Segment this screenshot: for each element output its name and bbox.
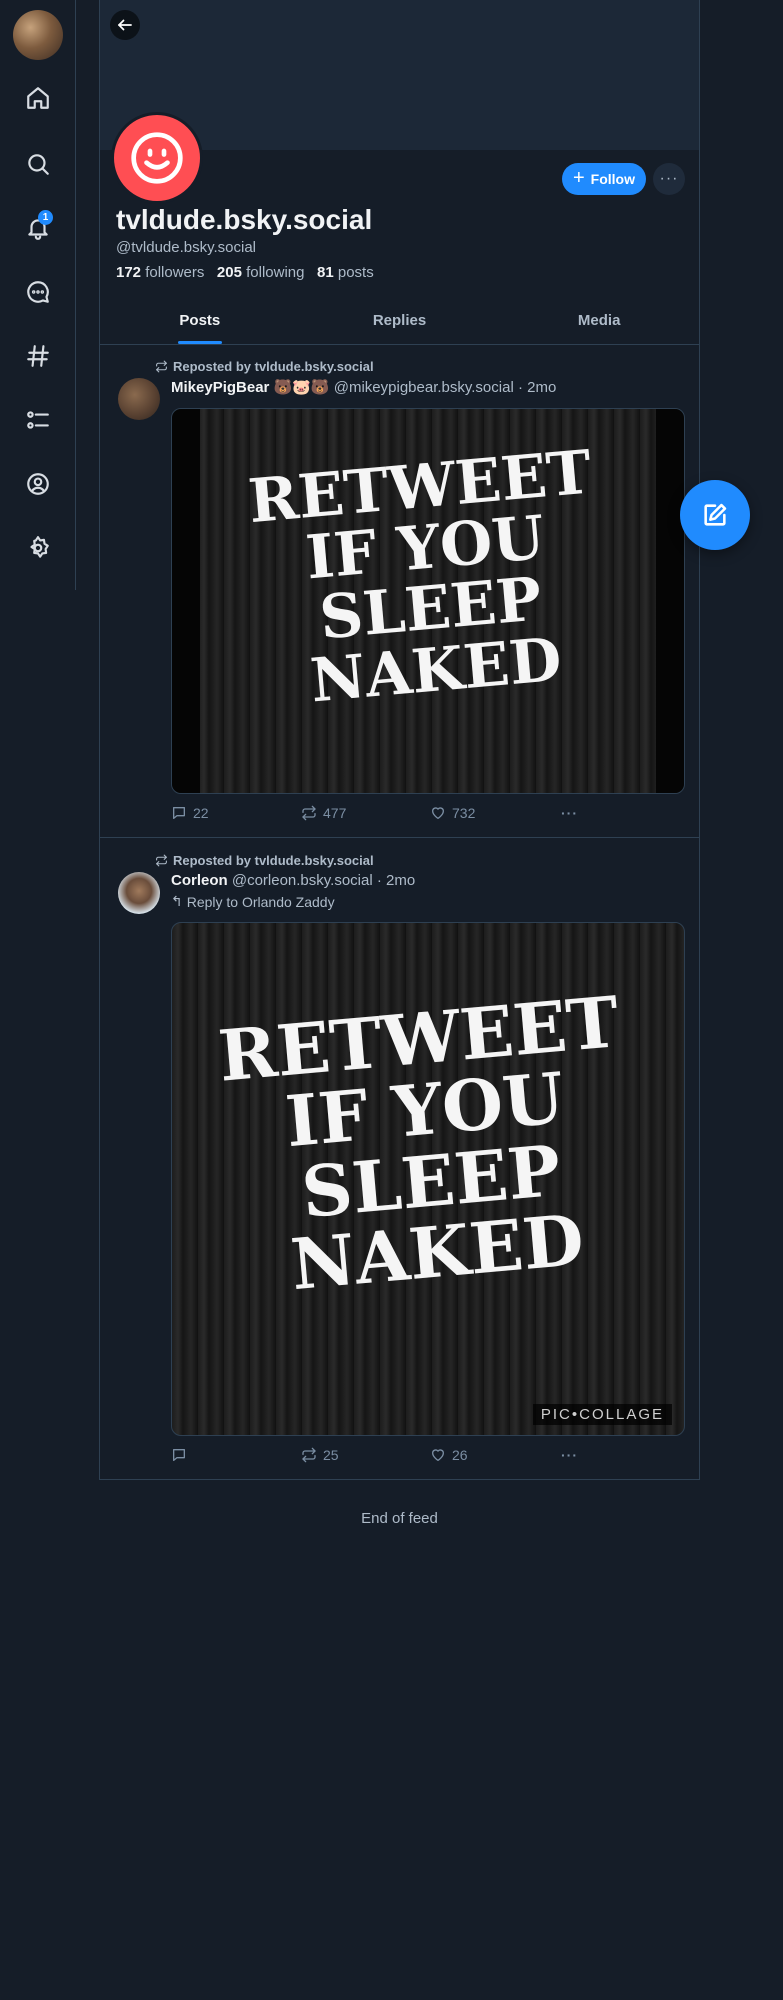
repost-icon (302, 805, 316, 821)
ellipsis-icon: ··· (659, 170, 679, 187)
post-more-button[interactable]: ··· (561, 1447, 578, 1463)
post-author-handle[interactable]: @corleon.bsky.social (232, 872, 373, 889)
feed-post[interactable]: Reposted by tvldude.bsky.social MikeyPig… (100, 345, 699, 838)
notifications-icon[interactable]: 1 (18, 208, 58, 248)
repost-icon (156, 854, 167, 867)
profile-avatar[interactable] (111, 112, 203, 204)
heart-icon (432, 807, 444, 819)
profile-stats: 172 followers 205 following 81 posts (116, 264, 374, 281)
repost-icon (156, 360, 167, 373)
post-time[interactable]: 2mo (527, 379, 556, 396)
post-author-avatar[interactable] (118, 378, 160, 420)
reply-button[interactable]: 22 (171, 805, 209, 821)
main-column: + Follow ··· tvldude.bsky.social @tvldud… (99, 0, 700, 1527)
profile-display-name: tvldude.bsky.social (116, 204, 373, 235)
left-nav: 1 (0, 0, 76, 590)
reply-icon (173, 1449, 185, 1461)
notification-badge: 1 (38, 210, 53, 225)
tab-replies[interactable]: Replies (300, 300, 500, 344)
post-author-handle[interactable]: @mikeypigbear.bsky.social (334, 379, 514, 396)
plus-icon: + (572, 167, 585, 189)
repost-icon (302, 1447, 316, 1463)
post-actions: 25 26 ··· (171, 1447, 685, 1467)
back-button[interactable] (110, 10, 140, 40)
profile-handle: @tvldude.bsky.social (116, 239, 257, 256)
pic-collage-watermark: PIC•COLLAGE (532, 1404, 672, 1425)
reply-arrow-icon: ↰ (171, 893, 183, 909)
smiley-icon (131, 132, 183, 184)
post-header: MikeyPigBear 🐻🐷🐻 @mikeypigbear.bsky.soci… (171, 379, 557, 396)
repost-indicator[interactable]: Reposted by tvldude.bsky.social (155, 359, 374, 374)
repost-button[interactable]: 477 (301, 805, 346, 821)
feed-post[interactable]: Reposted by tvldude.bsky.social Corleon … (100, 838, 699, 1480)
image-caption-text: RETWEET IF YOU SLEEP NAKED (245, 437, 595, 717)
reply-icon (173, 807, 185, 819)
repost-indicator[interactable]: Reposted by tvldude.bsky.social (155, 853, 374, 868)
image-caption-text: RETWEET IF YOU SLEEP NAKED (215, 980, 623, 1307)
reply-button[interactable] (171, 1447, 193, 1463)
home-icon[interactable] (18, 78, 58, 118)
compose-pencil-icon (704, 503, 727, 526)
tab-media[interactable]: Media (499, 300, 699, 344)
lists-icon[interactable] (18, 400, 58, 440)
reply-to-indicator[interactable]: ↰ Reply to Orlando Zaddy (171, 893, 335, 910)
arrow-left-icon (118, 19, 132, 31)
settings-icon[interactable] (18, 528, 58, 568)
post-author-name[interactable]: Corleon (171, 872, 228, 889)
more-options-button[interactable]: ··· (653, 163, 685, 195)
heart-icon (432, 1449, 444, 1461)
feeds-hash-icon[interactable] (18, 336, 58, 376)
search-icon[interactable] (18, 144, 58, 184)
post-actions: 22 477 732 ··· (171, 805, 685, 825)
ellipsis-icon: ··· (561, 805, 578, 821)
ellipsis-icon: ··· (561, 1447, 578, 1463)
following-link[interactable]: 205 following (217, 264, 305, 281)
follow-button[interactable]: + Follow (562, 163, 646, 195)
like-button[interactable]: 26 (430, 1447, 468, 1463)
compose-button[interactable] (680, 480, 750, 550)
post-author-name[interactable]: MikeyPigBear 🐻🐷🐻 (171, 379, 330, 396)
post-image[interactable]: RETWEET IF YOU SLEEP NAKED PIC•COLLAGE (171, 922, 685, 1436)
user-avatar[interactable] (13, 10, 63, 60)
profile-icon[interactable] (18, 464, 58, 504)
post-more-button[interactable]: ··· (561, 805, 578, 821)
end-of-feed: End of feed (361, 1510, 438, 1527)
profile-tabs: Posts Replies Media (100, 300, 699, 345)
post-time[interactable]: 2mo (386, 872, 415, 889)
repost-button[interactable]: 25 (301, 1447, 339, 1463)
post-image[interactable]: RETWEET IF YOU SLEEP NAKED (171, 408, 685, 794)
like-button[interactable]: 732 (430, 805, 475, 821)
tab-posts[interactable]: Posts (100, 300, 300, 344)
post-header: Corleon @corleon.bsky.social · 2mo (171, 872, 416, 889)
followers-link[interactable]: 172 followers (116, 264, 204, 281)
chat-icon[interactable] (18, 272, 58, 312)
posts-count: 81 posts (317, 264, 374, 281)
follow-label: Follow (590, 171, 635, 187)
post-author-avatar[interactable] (118, 872, 160, 914)
